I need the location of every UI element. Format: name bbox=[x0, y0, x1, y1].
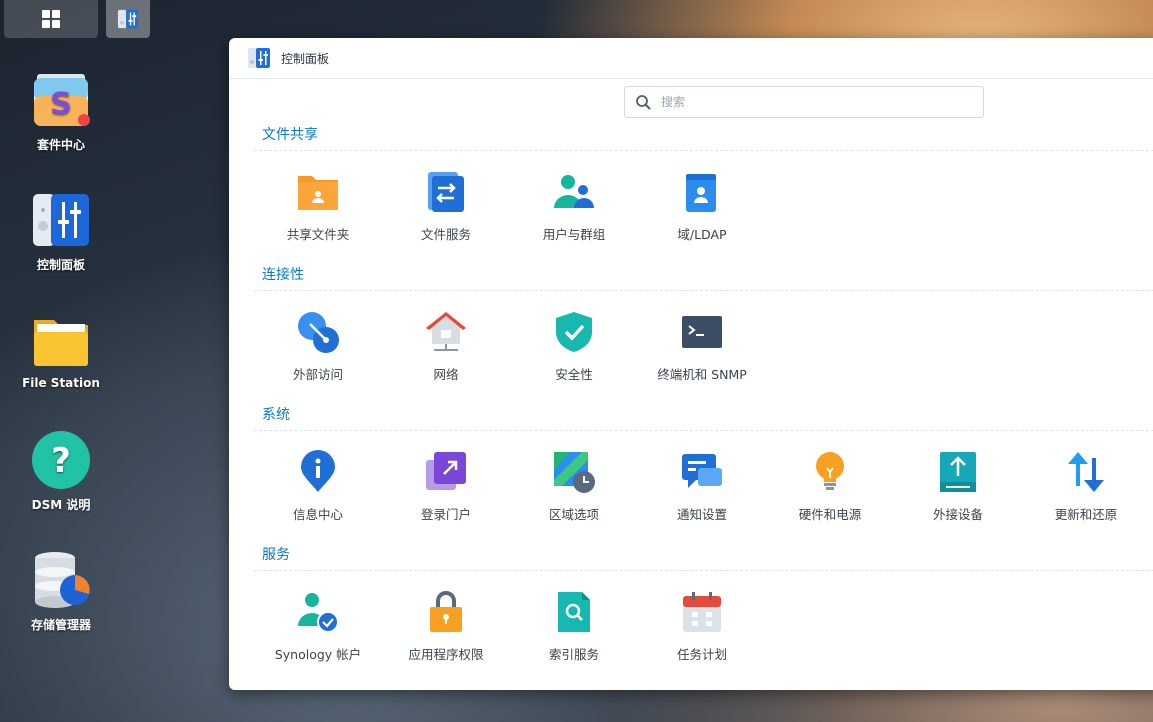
item-terminal-snmp[interactable]: 终端机和 SNMP bbox=[638, 300, 766, 400]
item-notification[interactable]: 通知设置 bbox=[638, 440, 766, 540]
user-group-icon bbox=[552, 170, 596, 214]
item-login-portal[interactable]: 登录门户 bbox=[382, 440, 510, 540]
item-label: 登录门户 bbox=[420, 507, 471, 522]
item-synology-account[interactable]: Synology 帐户 bbox=[254, 580, 382, 680]
item-label: 任务计划 bbox=[676, 647, 727, 662]
info-center-icon bbox=[296, 450, 340, 494]
storage-manager-icon bbox=[31, 550, 91, 610]
main-menu-button[interactable] bbox=[4, 0, 98, 38]
item-update-restore[interactable]: 更新和还原 bbox=[1022, 440, 1150, 540]
item-network[interactable]: 网络 bbox=[382, 300, 510, 400]
section-title: 系统 bbox=[262, 407, 290, 423]
terminal-icon bbox=[680, 310, 724, 354]
main-menu-icon bbox=[42, 10, 60, 28]
item-label: 终端机和 SNMP bbox=[657, 367, 747, 382]
item-label: 域/LDAP bbox=[677, 227, 727, 242]
synology-account-icon bbox=[296, 590, 340, 634]
desktop-label: File Station bbox=[22, 376, 100, 390]
network-icon bbox=[424, 310, 468, 354]
folder-icon bbox=[31, 310, 91, 370]
item-external-access[interactable]: 外部访问 bbox=[254, 300, 382, 400]
item-label: 外部访问 bbox=[292, 367, 343, 382]
update-restore-icon bbox=[1064, 450, 1108, 494]
taskbar-control-panel-button[interactable] bbox=[106, 0, 150, 38]
task-scheduler-icon bbox=[680, 590, 724, 634]
item-task-scheduler[interactable]: 任务计划 bbox=[638, 580, 766, 680]
desktop-label: 存储管理器 bbox=[30, 618, 91, 632]
item-hardware-power[interactable]: 硬件和电源 bbox=[766, 440, 894, 540]
window-titlebar[interactable]: 控制面板 bbox=[229, 38, 1153, 79]
item-label: 网络 bbox=[433, 367, 459, 382]
item-file-services[interactable]: 文件服务 bbox=[382, 160, 510, 260]
control-panel-icon bbox=[117, 9, 139, 29]
item-security[interactable]: 安全性 bbox=[510, 300, 638, 400]
item-info-center[interactable]: 信息中心 bbox=[254, 440, 382, 540]
desktop-package-center[interactable]: S 套件中心 bbox=[14, 70, 108, 153]
item-domain-ldap[interactable]: 域/LDAP bbox=[638, 160, 766, 260]
package-center-icon: S bbox=[31, 70, 91, 130]
item-label: 外接设备 bbox=[932, 507, 983, 522]
control-panel-icon bbox=[31, 190, 91, 250]
section-divider bbox=[254, 570, 1153, 571]
section-divider bbox=[254, 290, 1153, 291]
section-title: 连接性 bbox=[262, 267, 304, 283]
section-title: 文件共享 bbox=[262, 127, 318, 143]
application-privileges-icon bbox=[424, 590, 468, 634]
item-label: 通知设置 bbox=[676, 507, 727, 522]
desktop-file-station[interactable]: File Station bbox=[14, 310, 108, 390]
item-indexing-service[interactable]: 索引服务 bbox=[510, 580, 638, 680]
search-icon bbox=[636, 95, 651, 110]
desktop-label: 控制面板 bbox=[36, 258, 85, 272]
item-label: 区域选项 bbox=[548, 507, 599, 522]
help-question-icon: ? bbox=[31, 430, 91, 490]
control-panel-window: 控制面板 文件共享 共享文件夹 文件服务 bbox=[229, 38, 1153, 690]
item-label: 信息中心 bbox=[292, 507, 343, 522]
security-shield-icon bbox=[552, 310, 596, 354]
desktop-label: 套件中心 bbox=[36, 138, 85, 152]
control-panel-icon bbox=[248, 48, 270, 68]
file-services-icon bbox=[424, 170, 468, 214]
item-label: 文件服务 bbox=[420, 227, 471, 242]
notification-icon bbox=[680, 450, 724, 494]
item-label: 更新和还原 bbox=[1054, 507, 1118, 522]
section-title: 服务 bbox=[262, 547, 290, 563]
item-external-devices[interactable]: 外接设备 bbox=[894, 440, 1022, 540]
desktop-storage-manager[interactable]: 存储管理器 bbox=[14, 550, 108, 633]
item-label: 索引服务 bbox=[548, 647, 599, 662]
window-title: 控制面板 bbox=[281, 51, 330, 66]
search-box[interactable] bbox=[624, 86, 984, 118]
item-label: 应用程序权限 bbox=[408, 647, 484, 662]
item-label: 共享文件夹 bbox=[286, 227, 350, 242]
hardware-power-icon bbox=[808, 450, 852, 494]
item-regional-options[interactable]: 区域选项 bbox=[510, 440, 638, 540]
svg-text:?: ? bbox=[51, 441, 71, 481]
section-divider bbox=[254, 430, 1153, 431]
shared-folder-icon bbox=[296, 170, 340, 214]
item-user-group[interactable]: 用户与群组 bbox=[510, 160, 638, 260]
external-access-icon bbox=[296, 310, 340, 354]
item-application-privileges[interactable]: 应用程序权限 bbox=[382, 580, 510, 680]
regional-options-icon bbox=[552, 450, 596, 494]
domain-ldap-icon bbox=[680, 170, 724, 214]
desktop-dsm-help[interactable]: ? DSM 说明 bbox=[14, 430, 108, 513]
item-label: 硬件和电源 bbox=[798, 507, 862, 522]
indexing-service-icon bbox=[552, 590, 596, 634]
external-devices-icon bbox=[936, 450, 980, 494]
taskbar bbox=[0, 0, 160, 38]
section-divider bbox=[254, 150, 1153, 151]
desktop-control-panel[interactable]: 控制面板 bbox=[14, 190, 108, 273]
item-label: Synology 帐户 bbox=[274, 647, 362, 662]
item-shared-folder[interactable]: 共享文件夹 bbox=[254, 160, 382, 260]
search-input[interactable] bbox=[659, 94, 963, 110]
svg-text:S: S bbox=[50, 87, 72, 122]
login-portal-icon bbox=[424, 450, 468, 494]
desktop-label: DSM 说明 bbox=[31, 498, 91, 512]
item-label: 安全性 bbox=[555, 367, 593, 382]
item-label: 用户与群组 bbox=[542, 227, 606, 242]
